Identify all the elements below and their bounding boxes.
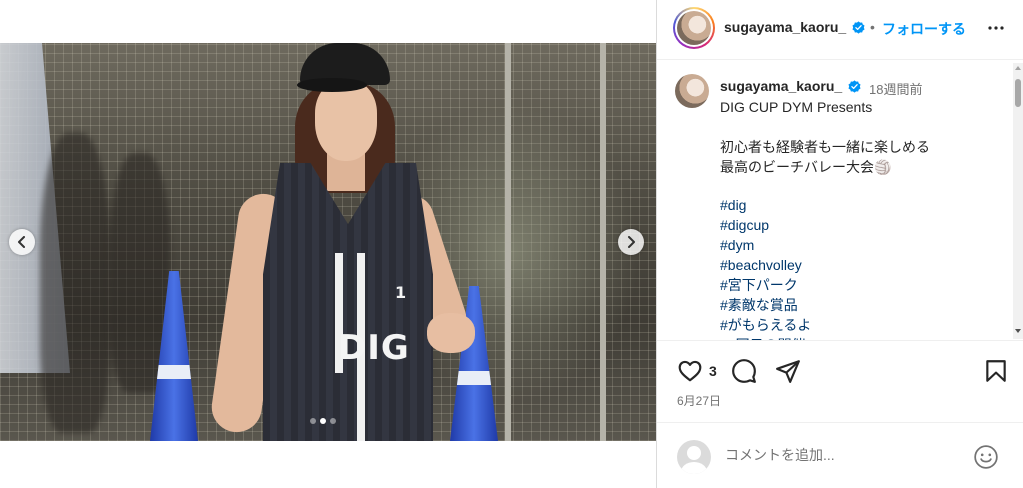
right-hand (427, 313, 475, 353)
add-comment-bar (657, 422, 1023, 488)
carousel-dot (320, 418, 326, 424)
scroll-down-arrow-icon[interactable] (1015, 329, 1021, 333)
caption-area: sugayama_kaoru_ 18週間前 DIG CUP DYM Presen… (657, 61, 1023, 340)
verified-badge-icon (848, 80, 861, 93)
like-count[interactable]: 3 (709, 363, 717, 379)
background-person (40, 133, 110, 433)
carousel-dots (310, 418, 336, 424)
jersey (263, 163, 433, 441)
hashtag-link[interactable]: #がもらえるよ (720, 315, 811, 335)
caption-timestamp[interactable]: 18週間前 (869, 79, 922, 98)
scroll-up-arrow-icon[interactable] (1015, 66, 1021, 70)
emoji-smile-icon[interactable] (973, 444, 999, 470)
current-user-avatar (677, 440, 711, 474)
chevron-left-icon (18, 236, 25, 248)
comment-input[interactable] (725, 447, 955, 463)
jersey-number: 1 (395, 283, 407, 302)
heart-icon[interactable] (677, 358, 703, 384)
jersey-text: DIG (338, 328, 410, 368)
scrollbar-thumb[interactable] (1015, 79, 1021, 107)
post-actions: 3 6月27日 (657, 340, 1023, 420)
caption-avatar[interactable] (675, 74, 709, 108)
hashtag-link[interactable]: #宮下パーク (720, 275, 811, 295)
follow-button[interactable]: フォローする (882, 19, 966, 39)
caption-username[interactable]: sugayama_kaoru_ (720, 78, 842, 94)
carousel-dot (310, 418, 316, 424)
header-avatar[interactable] (673, 7, 715, 49)
verified-badge-icon (852, 21, 865, 34)
hashtag-link[interactable]: #素敵な賞品 (720, 295, 811, 315)
background-pole (505, 43, 511, 441)
bookmark-icon[interactable] (983, 358, 1009, 384)
hashtag-list: #dig #digcup #dym #beachvolley #宮下パーク #素敵な賞品 #… (720, 195, 811, 340)
jersey-stripe (357, 373, 365, 441)
more-options-icon[interactable] (984, 16, 1008, 40)
main-person: DIG 1 (208, 43, 485, 441)
post-header: sugayama_kaoru_ • フォローする (657, 0, 1023, 60)
carousel-next-button[interactable] (618, 229, 644, 255)
post-photo[interactable]: DIG 1 (0, 43, 656, 441)
header-separator: • (870, 19, 875, 35)
hashtag-link[interactable]: #dym (720, 235, 811, 255)
caption-text: DIG CUP DYM Presents 初心者も経験者も一緒に楽しめる 最高の… (720, 99, 930, 175)
background-pole (600, 43, 606, 441)
comments-scrollbar[interactable] (1013, 63, 1023, 339)
hashtag-link[interactable]: #dig (720, 195, 811, 215)
face (315, 81, 377, 161)
cap-brim (297, 78, 367, 92)
carousel-dot (330, 418, 336, 424)
hashtag-link[interactable]: #beachvolley (720, 255, 811, 275)
hashtag-link[interactable]: #digcup (720, 215, 811, 235)
paper-plane-icon[interactable] (775, 358, 801, 384)
post-date[interactable]: 6月27日 (677, 392, 721, 409)
header-username[interactable]: sugayama_kaoru_ (724, 19, 846, 35)
comment-bubble-icon[interactable] (731, 358, 757, 384)
post-media: DIG 1 (0, 0, 656, 488)
carousel-prev-button[interactable] (9, 229, 35, 255)
post-side-panel: sugayama_kaoru_ • フォローする sugayama_kaoru_… (656, 0, 1023, 488)
chevron-right-icon (628, 236, 635, 248)
